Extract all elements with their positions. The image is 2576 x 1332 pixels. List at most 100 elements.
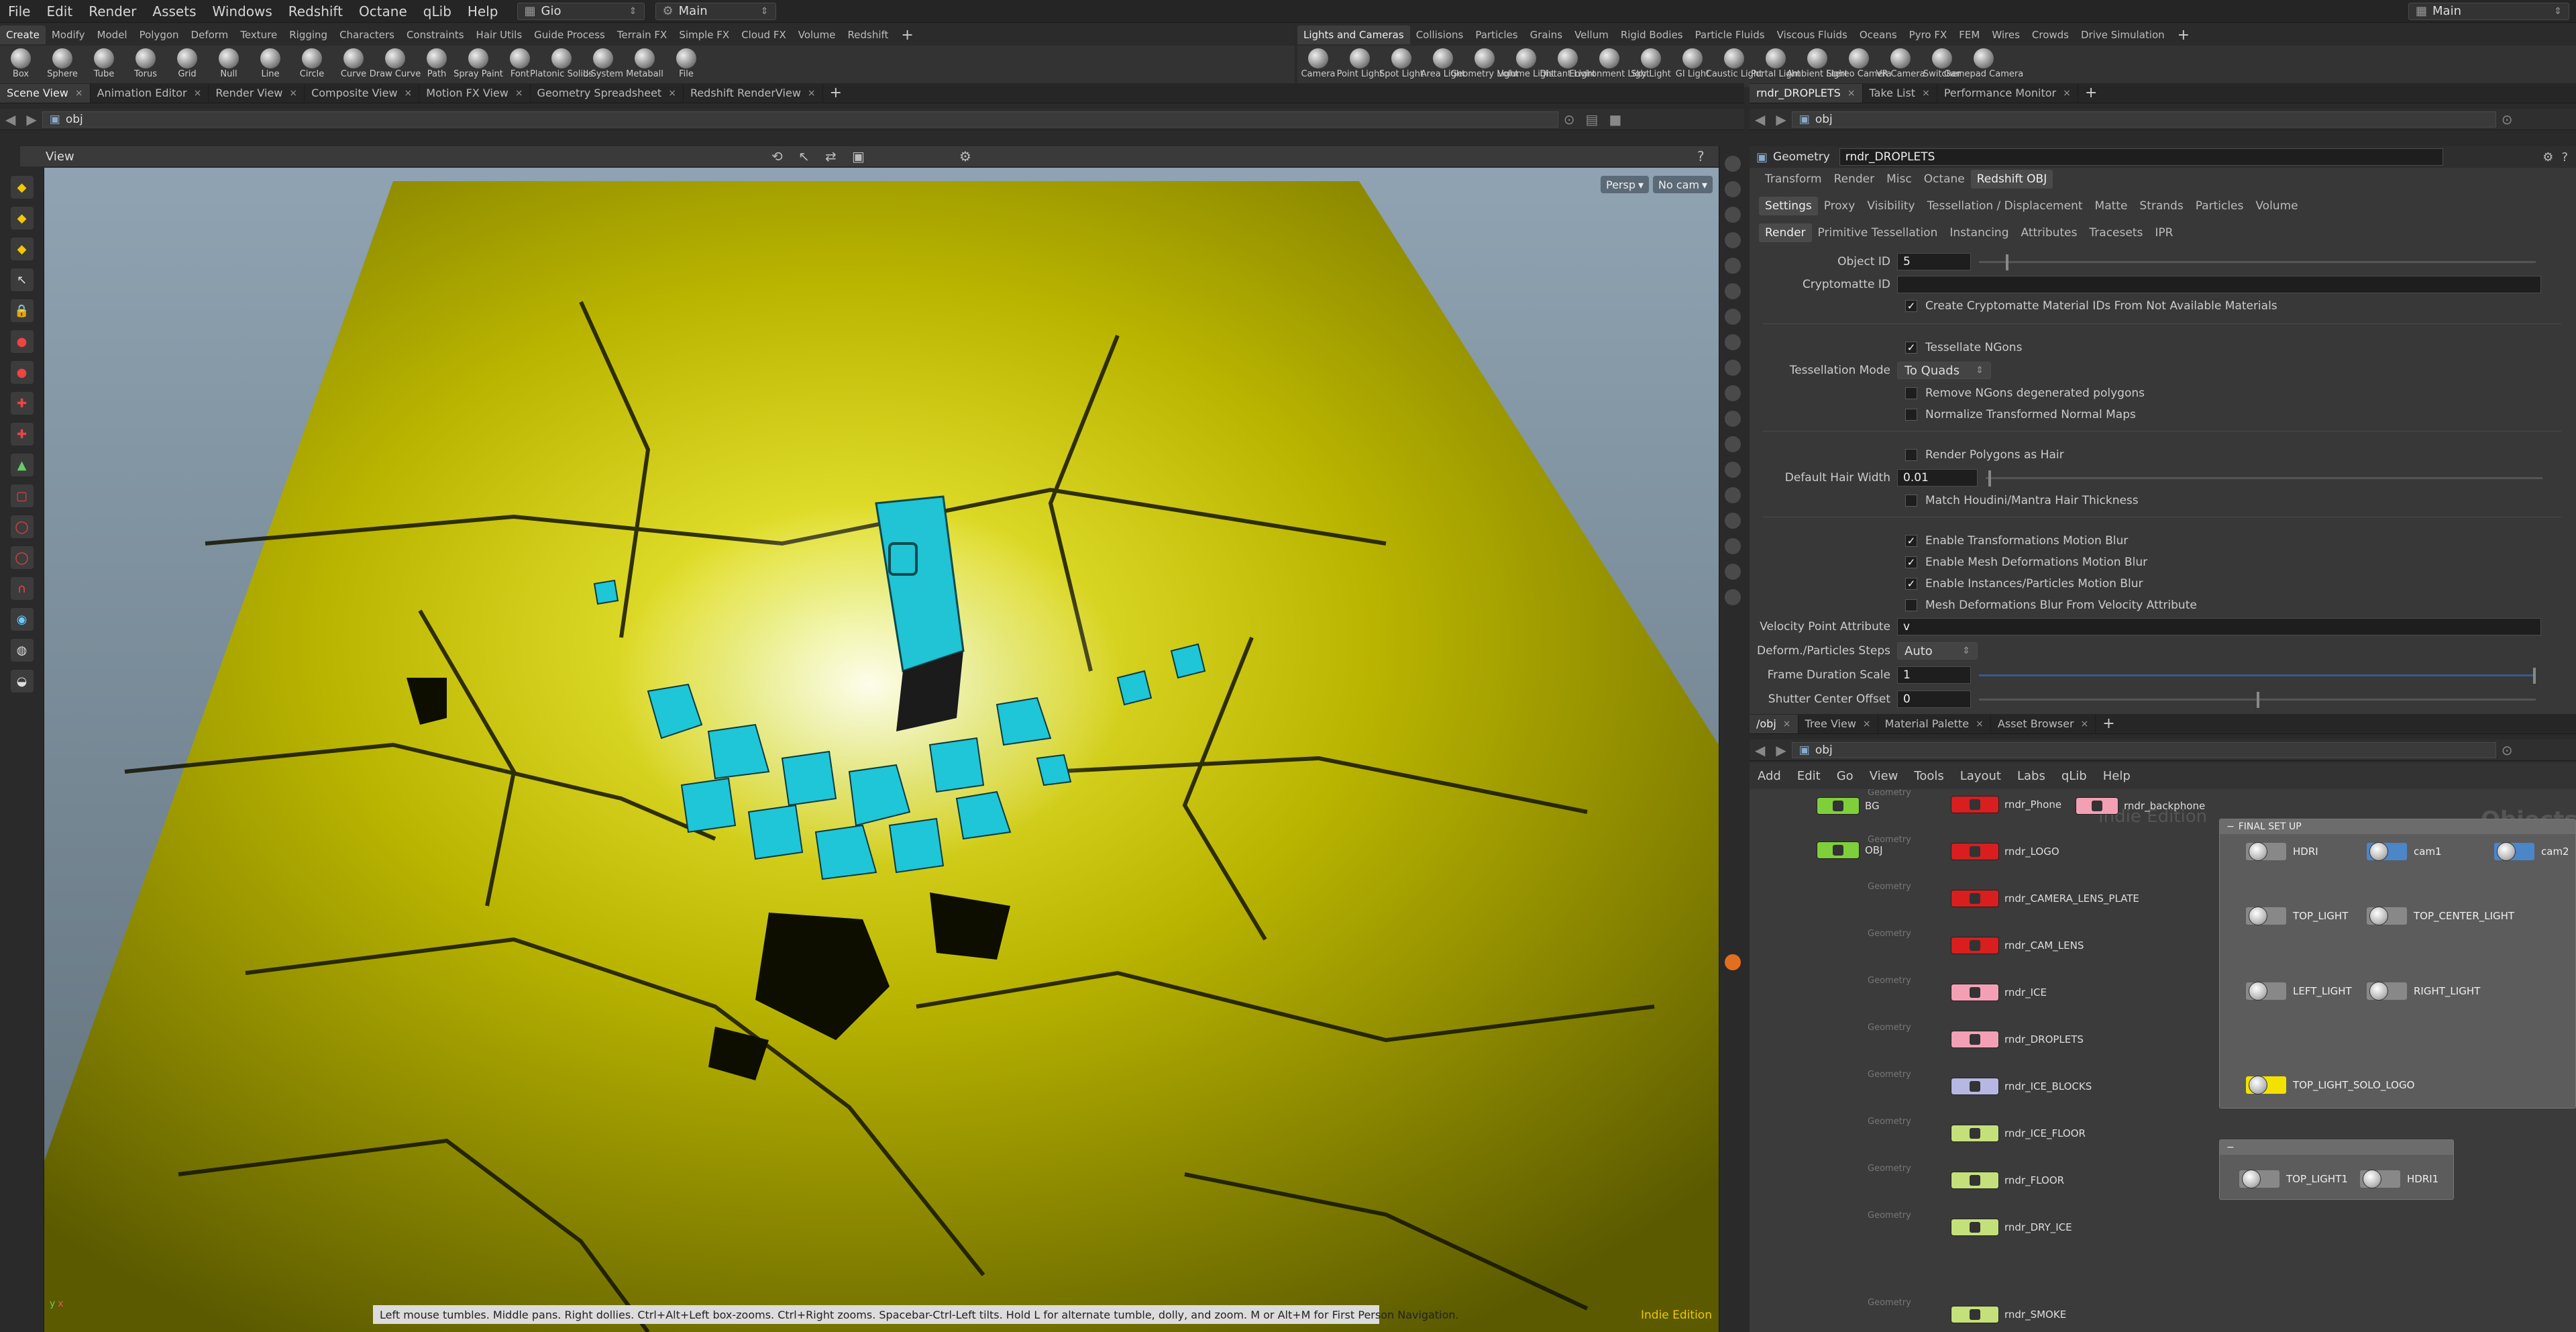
network-menu-edit[interactable]: Edit (1789, 769, 1829, 783)
shutter-slider[interactable] (1979, 691, 2536, 708)
node-backphone[interactable]: rndr_backphone (2076, 797, 2205, 815)
light-box[interactable] (2367, 982, 2407, 1001)
tool-sky-light[interactable]: Sky Light (1630, 46, 1672, 87)
tab-instancing[interactable]: Instancing (1943, 223, 2015, 242)
menu-assets[interactable]: Assets (144, 3, 204, 19)
close-icon[interactable]: × (75, 88, 83, 99)
transform-icon[interactable]: ⇄ (825, 148, 837, 164)
node-rndr-logo[interactable]: rndr_LOGO (1951, 843, 2059, 860)
forward-arrow-icon[interactable]: ▶ (21, 111, 42, 127)
camera-button[interactable]: No cam ▾ (1653, 176, 1713, 193)
network-menu-qlib[interactable]: qLib (2053, 769, 2095, 783)
light-node-cam1[interactable]: cam1 (2367, 842, 2442, 861)
light-box[interactable] (2246, 1076, 2286, 1094)
node-name-field[interactable]: rndr_DROPLETS (1839, 148, 2443, 166)
shelf-tab-cloud-fx[interactable]: Cloud FX (735, 25, 792, 44)
collapse-icon[interactable]: − (2226, 1142, 2235, 1153)
close-icon[interactable]: × (2063, 88, 2071, 99)
pane-tab-tree-view[interactable]: Tree View × (1799, 714, 1878, 733)
menu-edit[interactable]: Edit (38, 3, 80, 19)
network-menu-go[interactable]: Go (1829, 769, 1862, 783)
tess-mode-dropdown[interactable]: To Quads ⇕ (1897, 362, 1991, 379)
pane-tab-scene-view[interactable]: Scene View × (0, 83, 91, 103)
match-hair-checkbox[interactable] (1905, 495, 1917, 507)
shelf-tab-rigging[interactable]: Rigging (283, 25, 333, 44)
hair-width-slider[interactable] (1986, 470, 2542, 486)
view-tool-icon[interactable]: ▲ (10, 454, 34, 476)
pin-icon[interactable]: ⊙ (2496, 111, 2518, 127)
collapse-icon[interactable]: − (2226, 821, 2235, 832)
tool-stereo-camera[interactable]: Stereo Camera (1826, 46, 1892, 87)
frame-slider[interactable] (1979, 667, 2536, 684)
object-id-field[interactable]: 5 (1897, 253, 1971, 270)
light-node-top-light[interactable]: TOP_LIGHT (2246, 907, 2348, 925)
warning-icon[interactable] (1724, 954, 1741, 970)
tab-render[interactable]: Render (1828, 170, 1881, 189)
snapshot-icon[interactable] (1724, 411, 1741, 427)
shelf-tab-characters[interactable]: Characters (333, 25, 400, 44)
scale-tool-icon[interactable]: ✚ (10, 392, 34, 415)
tab-volume[interactable]: Volume (2249, 197, 2304, 215)
shelf-tab-polygon[interactable]: Polygon (133, 25, 185, 44)
tab-particles[interactable]: Particles (2190, 197, 2250, 215)
close-icon[interactable]: × (194, 88, 202, 99)
menu-redshift[interactable]: Redshift (280, 3, 351, 19)
pane-tab-geometry-spreadsheet[interactable]: Geometry Spreadsheet × (531, 83, 684, 103)
tool-gi-light[interactable]: GI Light (1672, 46, 1713, 87)
menu-render[interactable]: Render (80, 3, 144, 19)
tool-l-system[interactable]: L-System (582, 46, 624, 87)
tab-redshift-obj[interactable]: Redshift OBJ (1970, 170, 2053, 189)
select-arrow-icon[interactable]: ↖ (798, 148, 810, 164)
safe-area-icon[interactable] (1724, 589, 1741, 605)
points-icon[interactable] (1724, 309, 1741, 325)
flipbook-icon[interactable]: ◒ (10, 670, 34, 693)
menu-windows[interactable]: Windows (205, 3, 280, 19)
tab-settings[interactable]: Settings (1759, 197, 1818, 215)
normalize-checkbox[interactable] (1905, 409, 1917, 421)
move-tool-icon[interactable]: ◆ (10, 207, 34, 229)
tool-metaball[interactable]: Metaball (624, 46, 665, 87)
tab-visibility[interactable]: Visibility (1861, 197, 1921, 215)
shelf-tab-simple-fx[interactable]: Simple FX (673, 25, 735, 44)
tab-tracesets[interactable]: Tracesets (2083, 223, 2149, 242)
tool-vr-camera[interactable]: VR Camera (1876, 46, 1925, 87)
shelf-tab-fem[interactable]: FEM (1953, 25, 1986, 44)
box-select-icon[interactable]: ▢ (10, 484, 34, 507)
node-box[interactable] (1951, 843, 1999, 860)
shelf-tab-rigid-bodies[interactable]: Rigid Bodies (1615, 25, 1689, 44)
shelf-tab-volume[interactable]: Volume (792, 25, 842, 44)
ghost-icon[interactable] (1724, 207, 1741, 223)
close-icon[interactable]: × (515, 88, 523, 99)
forward-arrow-icon[interactable]: ▶ (1770, 111, 1791, 127)
tab-matte[interactable]: Matte (2089, 197, 2134, 215)
light-node-top-light1[interactable]: TOP_LIGHT1 (2239, 1170, 2348, 1188)
menu-qlib[interactable]: qLib (415, 3, 460, 19)
tab-primitive-tessellation[interactable]: Primitive Tessellation (1812, 223, 1944, 242)
tool-font[interactable]: Font (499, 46, 541, 87)
shelf-tab-model[interactable]: Model (91, 25, 133, 44)
object-id-slider[interactable] (1979, 254, 2536, 270)
tab-attributes[interactable]: Attributes (2015, 223, 2084, 242)
menu-file[interactable]: File (0, 3, 38, 19)
tab-octane[interactable]: Octane (1918, 170, 1971, 189)
tool-spray-paint[interactable]: Spray Paint (453, 46, 503, 87)
shelf-tab-pyro-fx[interactable]: Pyro FX (1903, 25, 1953, 44)
translate-tool-icon[interactable]: ✚ (10, 423, 34, 446)
tool-sphere[interactable]: Sphere (42, 46, 83, 87)
network-menu-view[interactable]: View (1862, 769, 1907, 783)
tool-line[interactable]: Line (250, 46, 291, 87)
tab-transform[interactable]: Transform (1759, 170, 1828, 189)
tab-tessellation-displacement[interactable]: Tessellation / Displacement (1921, 197, 2089, 215)
close-icon[interactable]: × (1783, 719, 1791, 729)
tool-file[interactable]: File (665, 46, 707, 87)
render-hair-checkbox[interactable] (1905, 449, 1917, 461)
node-rndr-floor[interactable]: rndr_FLOOR (1951, 1172, 2064, 1189)
frame-field[interactable]: 1 (1897, 666, 1971, 684)
menu-octane[interactable]: Octane (351, 3, 415, 19)
light-node-hdri[interactable]: HDRI (2246, 842, 2318, 861)
back-arrow-icon[interactable]: ◀ (1750, 111, 1770, 127)
node-rndr-droplets[interactable]: rndr_DROPLETS (1951, 1031, 2084, 1048)
network-menu-help[interactable]: Help (2095, 769, 2139, 783)
camera-icon[interactable]: ⚙ (959, 148, 971, 164)
snap-icon[interactable]: ▣ (852, 148, 865, 164)
